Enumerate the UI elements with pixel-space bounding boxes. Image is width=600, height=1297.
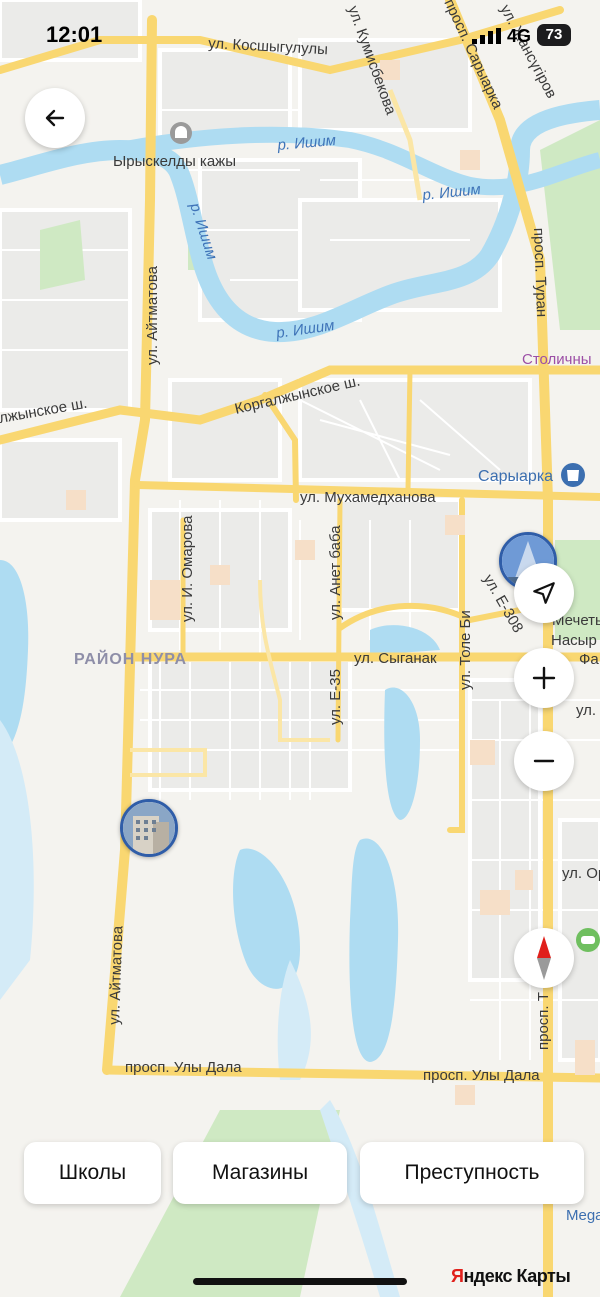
street-label: просп. Т bbox=[535, 992, 552, 1050]
poi-label-mega: Mega bbox=[566, 1207, 600, 1224]
battery-icon: 73 bbox=[537, 24, 571, 46]
logo-text: ндекс Карты bbox=[463, 1266, 571, 1286]
poi-label-stolichny: Столичны bbox=[522, 351, 592, 368]
compass-icon bbox=[537, 936, 551, 980]
street-label: ул. Анет баба bbox=[327, 525, 344, 620]
street-label: просп. Улы Дала bbox=[125, 1059, 242, 1076]
chip-schools[interactable]: Школы bbox=[24, 1142, 161, 1204]
network-type: 4G bbox=[507, 26, 532, 46]
battery-level: 73 bbox=[545, 26, 563, 43]
street-label: ул. Айтматова bbox=[106, 925, 126, 1025]
chip-shops[interactable]: Магазины bbox=[173, 1142, 347, 1204]
home-indicator[interactable] bbox=[193, 1278, 407, 1285]
street-label: ул. Сыганак bbox=[354, 650, 437, 667]
poi-label-saryarka: Сарыарка bbox=[478, 468, 553, 485]
signal-icon bbox=[472, 28, 501, 44]
street-label: ул. Айтматова bbox=[144, 265, 161, 365]
status-time: 12:01 bbox=[46, 22, 103, 47]
plus-icon bbox=[532, 666, 556, 690]
map-screen: ул. Косшыгулулы ул. Кумисбекова просп. С… bbox=[0, 0, 600, 1297]
poi-label-mosque2-sub: Насыр bbox=[551, 632, 597, 649]
street-label: ул. Мухамедханова bbox=[300, 489, 436, 506]
zoom-in-button[interactable] bbox=[514, 648, 574, 708]
street-label: просп. Туран bbox=[530, 228, 550, 318]
logo-letter: Я bbox=[451, 1266, 464, 1286]
my-location-button[interactable] bbox=[514, 563, 574, 623]
district-label: РАЙОН НУРА bbox=[74, 649, 187, 668]
street-label: просп. Улы Дала bbox=[423, 1067, 540, 1084]
poi-label-fa: Фа bbox=[579, 651, 599, 668]
street-label: ул. Толе Би bbox=[457, 610, 474, 690]
restaurant-icon[interactable] bbox=[576, 928, 600, 952]
arrow-left-icon bbox=[45, 109, 65, 127]
street-label: ул. Е-35 bbox=[327, 669, 344, 725]
photo-marker[interactable] bbox=[120, 799, 178, 857]
status-bar: 12:01 4G 73 bbox=[0, 0, 600, 70]
building-photo bbox=[123, 802, 175, 854]
compass-button[interactable] bbox=[514, 928, 574, 988]
navigation-arrow-icon bbox=[533, 582, 555, 604]
minus-icon bbox=[533, 759, 555, 763]
mosque-icon[interactable] bbox=[170, 122, 192, 144]
zoom-out-button[interactable] bbox=[514, 731, 574, 791]
back-button[interactable] bbox=[25, 88, 85, 148]
shopping-bag-icon[interactable] bbox=[561, 463, 585, 487]
map-canvas[interactable]: ул. Косшыгулулы ул. Кумисбекова просп. С… bbox=[0, 0, 600, 1297]
chip-crime[interactable]: Преступность bbox=[360, 1142, 584, 1204]
street-label: ул. Ор bbox=[562, 865, 600, 882]
street-label: ул. И. Омарова bbox=[179, 515, 196, 622]
mosque-label: Ырыскелды кажы bbox=[113, 153, 236, 170]
yandex-maps-logo: Яндекс Карты bbox=[451, 1266, 571, 1287]
street-label: ул. Петр bbox=[576, 702, 600, 719]
